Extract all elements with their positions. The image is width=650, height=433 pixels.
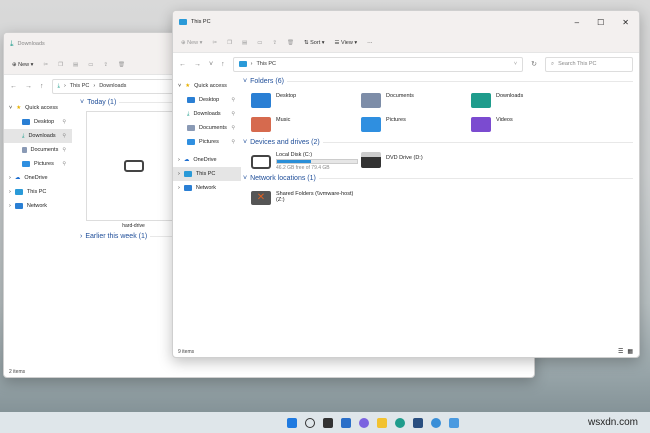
folder-icon <box>251 117 271 132</box>
forward-icon[interactable]: → <box>25 83 32 90</box>
network-share-z[interactable]: ✕ Shared Folders (\\vmware-host) (Z:) <box>251 191 353 205</box>
nav-onedrive[interactable]: › ☁ OneDrive <box>173 153 241 167</box>
view-button[interactable]: ☰ View ▾ <box>335 40 358 46</box>
nav-documents[interactable]: Documents ⚲ <box>173 121 241 135</box>
minimize-button[interactable]: – <box>575 18 579 27</box>
hard-drive-icon <box>251 155 271 169</box>
this-pc-icon <box>179 19 187 25</box>
start-icon[interactable] <box>287 417 297 428</box>
recent-icon[interactable]: ˅ <box>209 61 213 68</box>
this-pc-window: This PC – ☐ ✕ ⊕ New ▾ ✂ ❐ ▤ ▭ ⇪ 🗑 ⇅ Sort ▾ ☰ View… <box>172 10 640 358</box>
nav-pictures[interactable]: Pictures ⚲ <box>4 157 72 171</box>
folder-videos[interactable]: Videos <box>471 117 513 132</box>
nav-quick-access[interactable]: ˅ ★ Quick access <box>4 101 72 115</box>
nav-onedrive[interactable]: › ☁ OneDrive <box>4 171 72 185</box>
search-icon[interactable] <box>305 417 315 428</box>
chat-icon[interactable] <box>359 417 369 428</box>
details-view-icon[interactable]: ☰ <box>618 348 623 355</box>
folder-desktop[interactable]: Desktop <box>251 93 296 108</box>
nav-downloads[interactable]: ⤓ Downloads ⚲ <box>173 107 241 121</box>
search-input[interactable]: ⌕ Search This PC <box>545 56 633 72</box>
delete-icon[interactable]: 🗑 <box>287 40 294 46</box>
tiles-view-icon[interactable]: ▦ <box>627 348 633 355</box>
drive-c[interactable]: Local Disk (C:) 46.2 GB free of 79.4 GB <box>251 152 358 171</box>
task-view-icon[interactable] <box>323 417 333 428</box>
close-button[interactable]: ✕ <box>622 18 629 27</box>
copy-icon[interactable]: ❐ <box>58 62 63 68</box>
section-folders[interactable]: ˅ Folders (6) <box>243 78 633 85</box>
widgets-icon[interactable] <box>341 417 351 428</box>
cut-icon[interactable]: ✂ <box>212 40 217 46</box>
window-title: This PC <box>191 19 211 25</box>
nav-this-pc[interactable]: › This PC <box>4 185 72 199</box>
cut-icon[interactable]: ✂ <box>43 62 48 68</box>
nav-downloads[interactable]: ⤓ Downloads ⚲ <box>4 129 72 143</box>
folder-icon <box>361 93 381 108</box>
disconnected-drive-icon: ✕ <box>251 191 271 205</box>
back-icon[interactable]: ← <box>10 83 17 90</box>
folder-icon <box>251 93 271 108</box>
nav-pictures[interactable]: Pictures ⚲ <box>173 135 241 149</box>
share-icon[interactable]: ⇪ <box>103 62 108 68</box>
folder-downloads[interactable]: Downloads <box>471 93 523 108</box>
folder-icon <box>471 117 491 132</box>
paste-icon[interactable]: ▤ <box>242 40 247 46</box>
drive-d[interactable]: DVD Drive (D:) <box>361 152 423 168</box>
maximize-button[interactable]: ☐ <box>597 18 604 27</box>
download-icon: ⤓ <box>10 39 14 48</box>
nav-network[interactable]: › Network <box>173 181 241 195</box>
folder-icon <box>361 117 381 132</box>
drive-usage-bar <box>276 159 358 164</box>
nav-desktop[interactable]: Desktop ⚲ <box>173 93 241 107</box>
folder-documents[interactable]: Documents <box>361 93 414 108</box>
window-title: Downloads <box>17 41 45 47</box>
refresh-icon[interactable]: ↻ <box>531 60 537 68</box>
folder-icon <box>471 93 491 108</box>
store-icon[interactable] <box>413 417 423 428</box>
up-icon[interactable]: ↑ <box>40 83 44 90</box>
paste-icon[interactable]: ▤ <box>73 62 78 68</box>
delete-icon[interactable]: 🗑 <box>118 62 125 68</box>
rename-icon[interactable]: ▭ <box>257 40 262 46</box>
section-network[interactable]: ˅ Network locations (1) <box>243 175 633 182</box>
folder-music[interactable]: Music <box>251 117 290 132</box>
taskbar: wsxdn.com <box>0 412 650 433</box>
vmware-icon[interactable] <box>431 417 441 428</box>
folder-pictures[interactable]: Pictures <box>361 117 406 132</box>
nav-quick-access[interactable]: ˅ ★ Quick access <box>173 79 241 93</box>
rename-icon[interactable]: ▭ <box>88 62 93 68</box>
address-bar[interactable]: › This PC ˅ <box>232 56 524 72</box>
notepad-icon[interactable] <box>449 417 459 428</box>
nav-this-pc[interactable]: › This PC <box>173 167 241 181</box>
copy-icon[interactable]: ❐ <box>227 40 232 46</box>
edge-icon[interactable] <box>395 417 405 428</box>
share-icon[interactable]: ⇪ <box>272 40 277 46</box>
up-icon[interactable]: ↑ <box>221 61 225 68</box>
nav-documents[interactable]: Documents ⚲ <box>4 143 72 157</box>
file-hard-drive[interactable] <box>86 111 181 221</box>
section-drives[interactable]: ˅ Devices and drives (2) <box>243 139 633 146</box>
new-button[interactable]: ⊕ New ▾ <box>181 40 202 46</box>
dvd-drive-icon <box>361 152 381 168</box>
hard-drive-icon <box>123 160 144 172</box>
watermark: wsxdn.com <box>587 417 638 428</box>
nav-desktop[interactable]: Desktop ⚲ <box>4 115 72 129</box>
new-button[interactable]: ⊕ New ▾ <box>12 62 33 68</box>
file-label: hard-drive <box>122 223 145 229</box>
back-icon[interactable]: ← <box>179 61 186 68</box>
status-bar: 2 items <box>9 369 26 375</box>
status-bar: 9 items <box>178 349 195 355</box>
forward-icon[interactable]: → <box>194 61 201 68</box>
nav-network[interactable]: › Network <box>4 199 72 213</box>
sort-button[interactable]: ⇅ Sort ▾ <box>304 40 325 46</box>
more-button[interactable]: ··· <box>367 40 373 46</box>
file-explorer-icon[interactable] <box>377 417 387 428</box>
